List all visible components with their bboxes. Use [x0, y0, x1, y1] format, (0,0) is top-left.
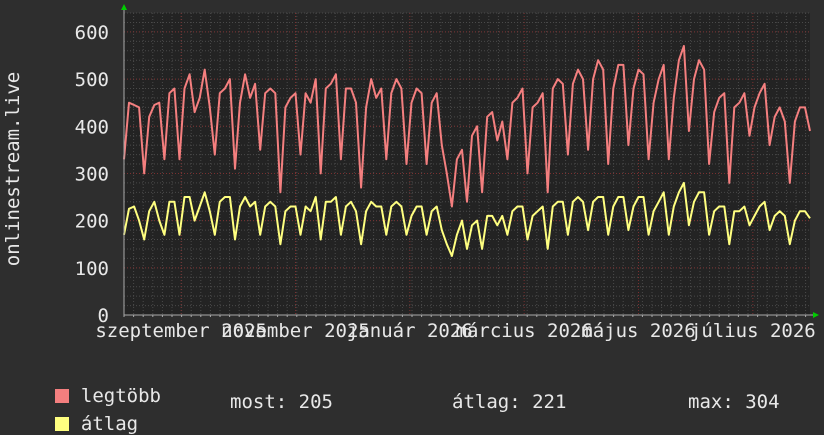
x-tick-label: május 2026 — [581, 320, 695, 342]
legend-label-avg: átlag — [80, 413, 139, 435]
x-tick-label: március 2026 — [456, 320, 593, 342]
y-axis-label: onlinestream.live — [2, 72, 24, 266]
y-tick-label: 400 — [75, 116, 109, 138]
y-tick-labels: 0100200300400500600 — [75, 22, 109, 327]
x-axis-arrow — [813, 312, 819, 318]
y-tick-label: 100 — [75, 258, 109, 280]
y-tick-label: 600 — [75, 22, 109, 44]
y-tick-label: 200 — [75, 211, 109, 233]
y-tick-label: 500 — [75, 69, 109, 91]
x-tick-label: január 2026 — [347, 320, 473, 342]
chart-svg: 0100200300400500600 szeptember 2025novem… — [2, 4, 819, 342]
legend-swatch-avg — [54, 417, 69, 431]
y-axis-arrow — [121, 4, 127, 10]
stat-now: most: 205 — [230, 391, 333, 413]
stat-max: max: 304 — [688, 391, 780, 413]
x-tick-label: július 2026 — [690, 320, 816, 342]
x-tick-labels: szeptember 2025november 2025január 2026m… — [95, 320, 815, 342]
legend-item-avg: átlag — [32, 391, 138, 435]
stat-average: átlag: 221 — [452, 391, 567, 413]
y-tick-label: 300 — [75, 163, 109, 185]
